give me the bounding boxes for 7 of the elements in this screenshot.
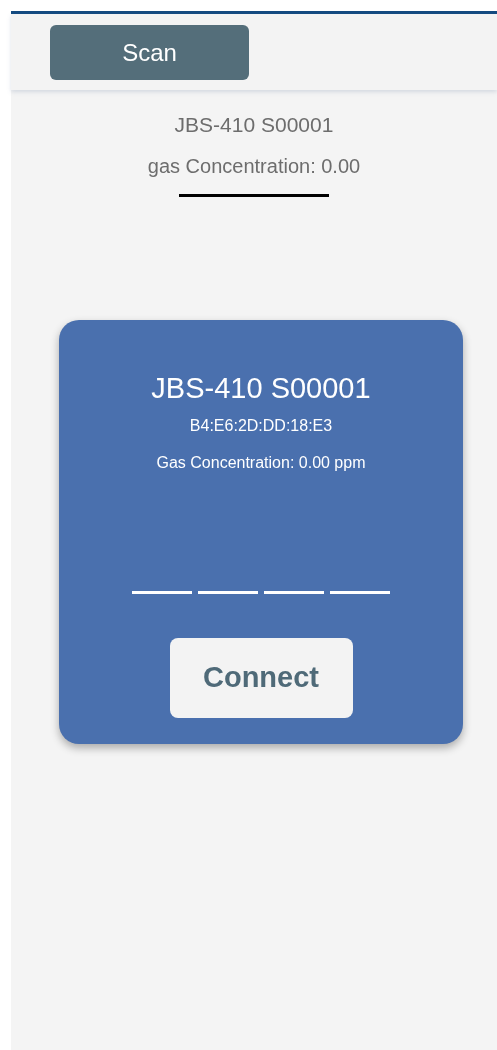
- connect-button[interactable]: Connect: [169, 638, 353, 718]
- device-address: B4:E6:2D:DD:18:E3: [189, 416, 333, 436]
- scan-button[interactable]: Scan: [50, 25, 249, 80]
- card-device-name: JBS-410 S00001: [151, 371, 371, 406]
- gas-concentration: gas Concentration: 0.00: [147, 154, 361, 179]
- device-name: JBS-410 S00001: [174, 112, 334, 138]
- card-gas-concentration: Gas Concentration: 0.00 ppm: [156, 453, 366, 473]
